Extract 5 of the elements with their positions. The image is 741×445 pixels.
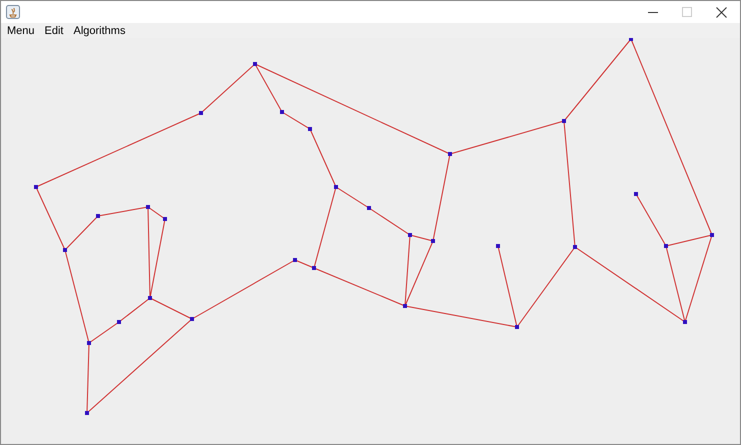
menu-item[interactable]: Algorithms <box>74 24 130 38</box>
app-icon <box>6 5 20 19</box>
close-icon[interactable] <box>716 6 726 18</box>
menu-item[interactable]: Edit <box>44 24 68 38</box>
menu-item[interactable]: Menu <box>7 24 40 38</box>
